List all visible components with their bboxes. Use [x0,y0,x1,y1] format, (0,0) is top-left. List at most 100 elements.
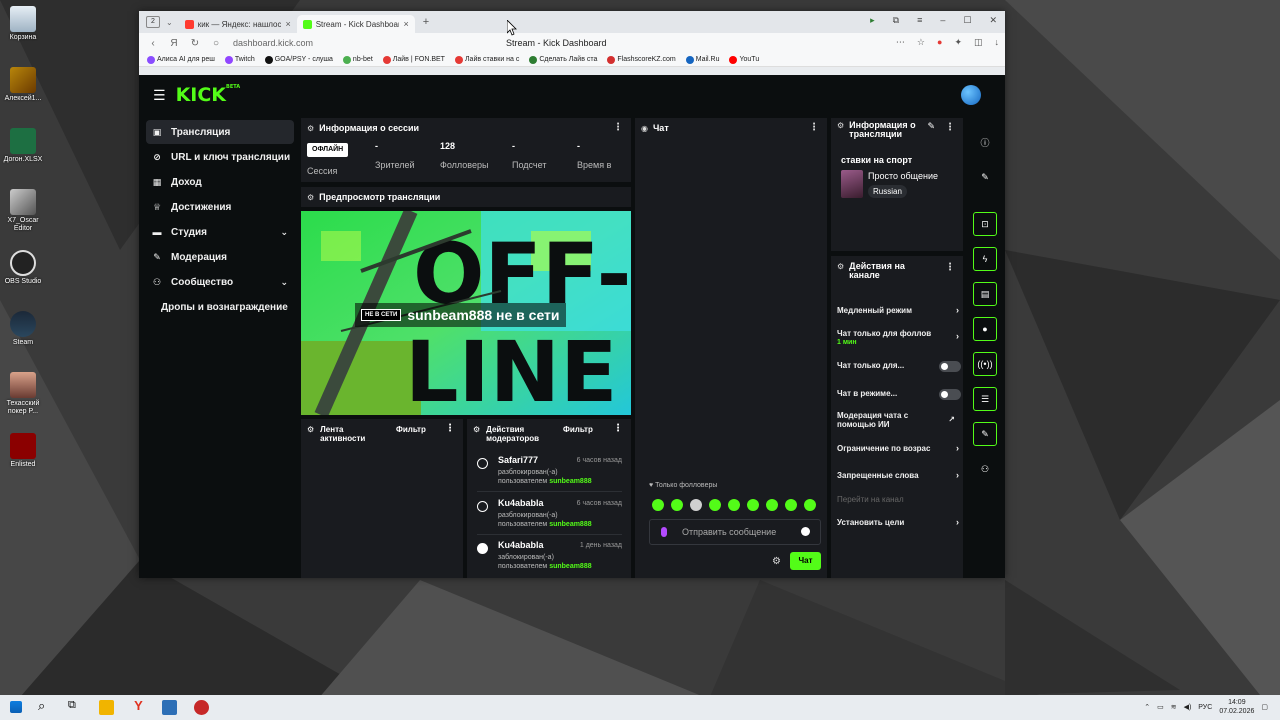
search-icon[interactable]: ⌕ [38,698,45,714]
ai-moderation-item[interactable]: Модерация чата с помощью ИИ ↗ [837,411,955,429]
alice-icon[interactable]: ▸ [870,15,875,26]
alexey-shortcut[interactable]: Алексей1... [2,67,44,103]
steam-shortcut[interactable]: Steam [2,311,44,347]
more-vertical-icon[interactable]: ⋮ [613,122,623,133]
toggle-switch[interactable] [939,389,961,400]
bookmark-item[interactable]: Mail.Ru [685,55,719,64]
windows-start-icon[interactable] [10,701,22,713]
sidebar-item-drops[interactable]: Дропы и вознаграждение [146,295,294,319]
volume-icon[interactable]: ◀) [1184,703,1192,711]
mod-by-user[interactable]: sunbeam888 [549,478,591,485]
sidebar-item-community[interactable]: ⚇ Сообщество ⌄ [146,270,294,294]
emote-icon[interactable] [766,499,778,511]
sidebar-item-achievements[interactable]: ♕ Достижения [146,195,294,219]
yandex-browser-icon[interactable]: Y [131,698,146,713]
mic-icon[interactable] [661,527,667,537]
broadcast-signal-icon[interactable]: ((•)) [973,352,997,376]
minimize-icon[interactable]: – [940,15,945,26]
bookmark-item[interactable]: Лайв ставки на с [454,55,519,64]
list-icon[interactable]: ☰ [973,387,997,411]
tab-kick-dashboard[interactable]: Stream - Kick Dashboard × [296,15,415,33]
banned-words-item[interactable]: Запрещенные слова › [837,471,959,481]
mod-by-user[interactable]: sunbeam888 [549,563,591,570]
bookmark-item[interactable]: YouTu [729,55,759,64]
chat-bubble-icon[interactable]: ● [973,317,997,341]
oscar-editor-shortcut[interactable]: X7_Oscar Editor [2,189,44,233]
more-vertical-icon[interactable]: ⋮ [945,122,955,133]
sidebar-icon[interactable]: ◫ [974,37,983,48]
close-icon[interactable]: × [285,19,290,29]
emoji-icon[interactable] [801,527,810,536]
obs-studio-shortcut[interactable]: OBS Studio [2,250,44,286]
obs-taskbar-icon[interactable] [194,700,209,715]
emote-icon[interactable] [728,499,740,511]
chevron-up-icon[interactable]: ⌃ [1144,703,1150,711]
download-icon[interactable]: ↓ [995,37,1000,48]
sidebar-item-moderation[interactable]: ✎ Модерация [146,245,294,269]
edit-icon[interactable]: ✎ [927,121,935,132]
close-icon[interactable]: × [403,19,408,29]
toggle-switch[interactable] [939,361,961,372]
tab-count-button[interactable]: 2 [146,16,160,28]
emote-icon[interactable] [671,499,683,511]
gear-icon[interactable]: ⚙ [772,556,781,567]
edit-icon[interactable]: ✎ [973,165,997,189]
more-vertical-icon[interactable]: ⋮ [809,122,819,133]
maximize-icon[interactable]: ☐ [963,15,971,26]
emote-icon[interactable] [785,499,797,511]
new-tab-button[interactable]: + [423,16,429,28]
extension-red-icon[interactable]: ● [937,37,942,48]
bookmark-item[interactable]: Twitch [224,55,255,64]
mod-user-name[interactable]: Ku4ababla [498,541,544,550]
document-icon[interactable]: ▤ [973,282,997,306]
followers-only-chat-item[interactable]: Чат только для фоллов 1 мин › [837,329,959,347]
mod-by-user[interactable]: sunbeam888 [549,521,591,528]
sidebar-item-url-key[interactable]: ⊘ URL и ключ трансляции [146,145,294,169]
hamburger-menu-icon[interactable]: ☰ [153,87,166,104]
slow-mode-item[interactable]: Медленный режим › [837,306,959,316]
bookmark-item[interactable]: FlashscoreKZ.com [607,55,676,64]
yandex-home-icon[interactable]: Я [167,38,181,49]
extensions-icon[interactable]: ✦ [954,37,962,48]
people-icon[interactable]: ⚇ [973,457,997,481]
filter-button[interactable]: Фильтр [563,425,593,434]
chevron-down-icon[interactable]: ⌄ [166,18,173,27]
bookmark-item[interactable]: Лайв | FON.BET [382,55,445,64]
poker-shortcut[interactable]: Техасский покер P... [2,372,44,416]
menu-icon[interactable]: ≡ [917,15,922,26]
filter-button[interactable]: Фильтр [396,425,426,434]
recycle-bin-shortcut[interactable]: Корзина [2,6,44,42]
dogon-xlsx-shortcut[interactable]: Догон.XLSX [2,128,44,164]
clock[interactable]: 14:09 07.02.2026 [1219,698,1254,716]
emote-icon[interactable] [709,499,721,511]
wifi-icon[interactable]: ≋ [1171,703,1177,711]
url-field[interactable]: dashboard.kick.com [233,38,313,48]
sidebar-item-income[interactable]: ▦ Доход [146,170,294,194]
stream-category[interactable]: Просто общение [868,171,938,181]
bookmark-item[interactable]: Алиса AI для реш [147,55,215,64]
kick-logo[interactable]: KICKBETA [176,84,241,106]
chat-send-button[interactable]: Чат [790,552,821,570]
bookmark-item[interactable]: GOA/PSY - слуша [264,55,333,64]
app-icon[interactable] [162,700,177,715]
set-goals-item[interactable]: Установить цели › [837,518,959,528]
more-vertical-icon[interactable]: ⋮ [945,262,955,273]
info-icon[interactable]: ⓘ [973,130,997,154]
sidebar-item-studio[interactable]: ▬ Студия ⌄ [146,220,294,244]
chat-message-input[interactable]: Отправить сообщение [649,519,821,545]
sidebar-item-broadcast[interactable]: ▣ Трансляция [146,120,294,144]
close-window-icon[interactable]: ✕ [989,15,997,26]
tab-yandex[interactable]: кик — Яндекс: нашлось 2! × [179,15,297,33]
go-to-channel-item[interactable]: Перейти на канал [837,495,955,504]
emote-icon[interactable] [690,499,702,511]
network-icon[interactable]: ▭ [1157,703,1164,711]
collections-icon[interactable]: ⧉ [893,15,899,26]
file-explorer-icon[interactable] [99,700,114,715]
bookmark-item[interactable]: nb-bet [342,55,373,64]
reload-icon[interactable]: ↻ [188,38,202,49]
enlisted-shortcut[interactable]: Enlisted [2,433,44,469]
bookmark-icon[interactable]: ☆ [917,37,925,48]
mod-user-name[interactable]: Ku4ababla [498,499,544,508]
subscribers-only-chat-item[interactable]: Чат только для... [837,361,961,372]
bookmark-item[interactable]: Сделать Лайв ста [529,55,597,64]
